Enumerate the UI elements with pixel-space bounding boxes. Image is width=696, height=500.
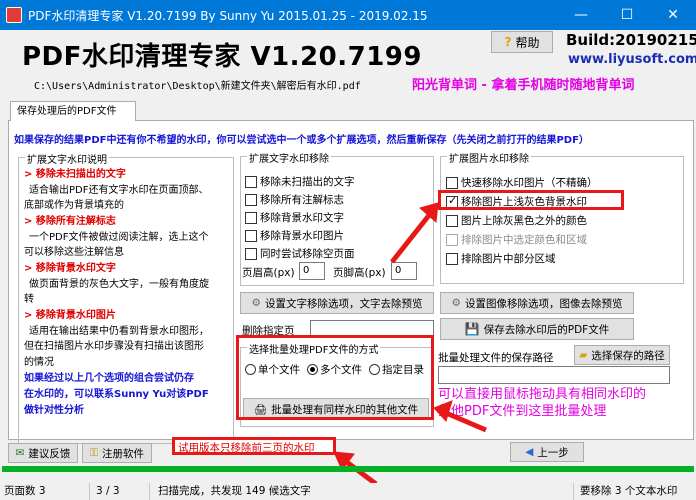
status-scan-result: 扫描完成，共发现 149 候选文字: [154, 483, 574, 500]
annotation-arrows: [333, 202, 487, 486]
status-removal: 要移除 3 个文本水印: [580, 485, 678, 497]
status-pages: 页面数 3: [0, 483, 90, 500]
button-label: 注册软件: [102, 447, 144, 460]
status-bar: 页面数 3 3 / 3 扫描完成，共发现 149 候选文字 要移除 3 个文本水…: [0, 483, 696, 500]
feedback-icon: ✉: [15, 447, 25, 459]
arrow-to-batch: [433, 400, 487, 433]
button-label: 上一步: [537, 446, 569, 459]
prev-step-button[interactable]: ◀ 上一步: [510, 442, 584, 462]
status-page-index: 3 / 3: [92, 483, 150, 500]
back-arrow-icon: ◀: [525, 446, 534, 458]
progress-bar: [2, 466, 694, 472]
arrow-to-checkbox: [390, 202, 439, 264]
button-label: 建议反馈: [28, 447, 71, 460]
trial-notice: 试用版本只移除前三页的水印: [172, 437, 336, 455]
key-icon: ⚿: [90, 446, 98, 459]
register-button[interactable]: ⚿ 注册软件: [82, 443, 152, 463]
feedback-button[interactable]: ✉ 建议反馈: [8, 443, 78, 463]
